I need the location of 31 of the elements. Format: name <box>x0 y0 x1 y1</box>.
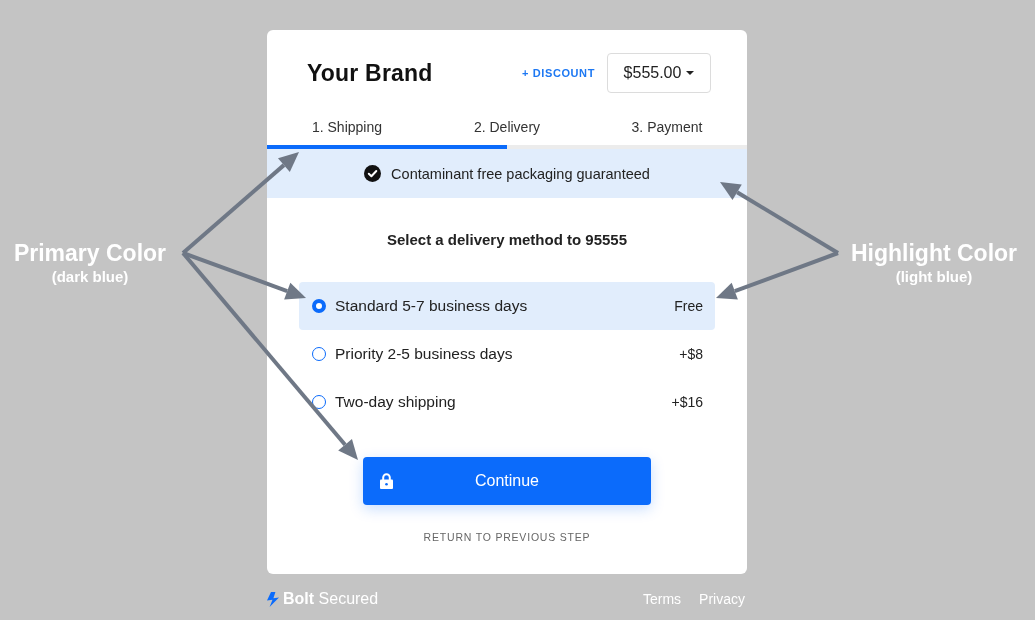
delivery-option[interactable]: Two-day shipping +$16 <box>299 378 715 426</box>
lightning-bolt-icon <box>267 591 279 607</box>
step-tab[interactable]: 2. Delivery <box>427 110 587 145</box>
banner-text: Contaminant free packaging guaranteed <box>391 165 650 182</box>
radio-button[interactable] <box>312 395 326 409</box>
option-label: Two-day shipping <box>335 393 457 411</box>
delivery-option[interactable]: Standard 5-7 business days Free <box>299 282 715 330</box>
caret-icon <box>686 71 695 75</box>
check-circle-icon <box>364 165 382 182</box>
continue-button[interactable]: Continue <box>363 457 651 505</box>
delivery-option[interactable]: Priority 2-5 business days +$8 <box>299 330 715 378</box>
discount-link[interactable]: + DISCOUNT <box>522 67 595 79</box>
option-label: Priority 2-5 business days <box>335 345 514 363</box>
brand-name: Your Brand <box>307 59 433 87</box>
radio-button[interactable] <box>312 347 326 361</box>
annotation-title: Highlight Color <box>849 240 1019 266</box>
option-price: Free <box>674 298 703 314</box>
return-link[interactable]: RETURN TO PREVIOUS STEP <box>423 530 591 544</box>
option-label: Standard 5-7 business days <box>335 297 529 315</box>
step-tab[interactable]: 3. Payment <box>587 110 747 145</box>
annotation-subtitle: (dark blue) <box>50 267 130 287</box>
annotation-subtitle: (light blue) <box>894 267 974 287</box>
total-dropdown[interactable]: $555.00 <box>607 53 711 93</box>
option-price: +$16 <box>671 394 703 410</box>
radio-button[interactable] <box>312 299 326 313</box>
lock-icon <box>380 473 393 489</box>
section-heading: Select a delivery method to 95555 <box>385 230 629 250</box>
annotation-title: Primary Color <box>12 240 168 266</box>
option-price: +$8 <box>679 346 703 362</box>
step-tab[interactable]: 1. Shipping <box>267 110 427 145</box>
secured-badge-text: Bolt Secured <box>283 590 379 608</box>
